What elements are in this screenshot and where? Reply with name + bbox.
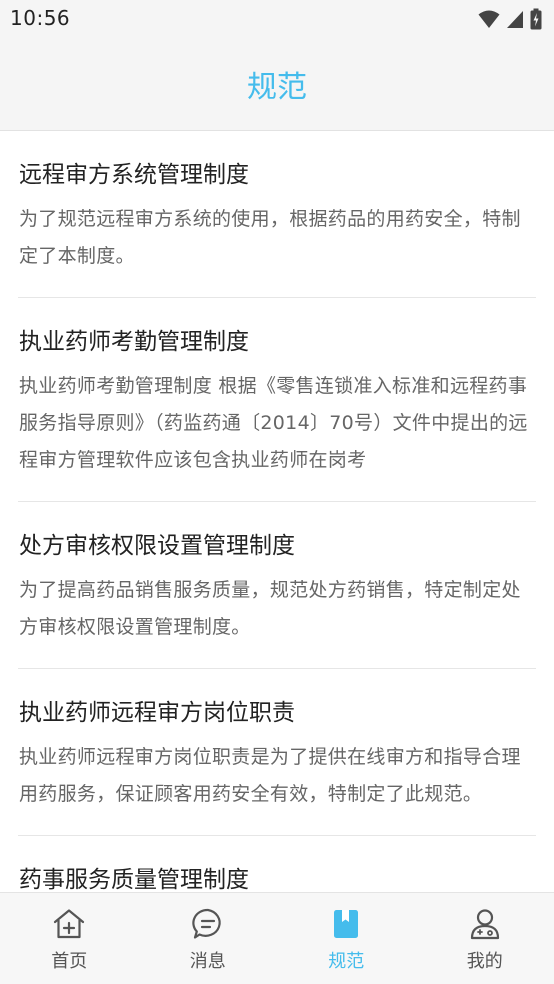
list-item-title: 药事服务质量管理制度 [19, 867, 249, 892]
signal-icon [507, 11, 523, 28]
list-item[interactable]: 处方审核权限设置管理制度 为了提高药品销售服务质量，规范处方药销售，特定制定处方… [18, 502, 536, 669]
bottom-nav: 首页 消息 规范 我的 [0, 892, 554, 984]
bookmark-book-icon [334, 910, 359, 938]
regulation-list: 远程审方系统管理制度 为了规范远程审方系统的使用，根据药品的用药安全，特制定了本… [0, 131, 554, 892]
home-icon [54, 909, 85, 939]
list-item-description: 为了规范远程审方系统的使用，根据药品的用药安全，特制定了本制度。 [19, 208, 521, 267]
app-screen: 10:56 规范 远程审方系统管理制度 为了规范远程审方系统的使用，根据药品的用… [0, 0, 554, 984]
list-item[interactable]: 执业药师考勤管理制度 执业药师考勤管理制度 根据《零售连锁准入标准和远程药事服务… [18, 298, 536, 502]
list-item-title: 处方审核权限设置管理制度 [19, 533, 295, 559]
tab-regulations-label: 规范 [328, 951, 365, 972]
tab-messages-label: 消息 [189, 951, 226, 972]
status-bar: 10:56 [0, 0, 554, 38]
list-item[interactable]: 执业药师远程审方岗位职责 执业药师远程审方岗位职责是为了提供在线审方和指导合理用… [18, 669, 536, 836]
list-item-description: 执业药师远程审方岗位职责是为了提供在线审方和指导合理用药服务，保证顾客用药安全有… [19, 746, 521, 805]
status-time: 10:56 [10, 6, 71, 30]
list-item[interactable]: 远程审方系统管理制度 为了规范远程审方系统的使用，根据药品的用药安全，特制定了本… [18, 131, 536, 298]
tab-profile-label: 我的 [466, 951, 503, 972]
list-item-title: 执业药师远程审方岗位职责 [19, 700, 295, 726]
list-item-description: 为了提高药品销售服务质量，规范处方药销售，特定制定处方审核权限设置管理制度。 [19, 579, 521, 638]
list-item-description: 执业药师考勤管理制度 根据《零售连锁准入标准和远程药事服务指导原则》（药监药通〔… [19, 375, 528, 471]
status-icons [478, 8, 542, 30]
tab-home[interactable]: 首页 [0, 893, 139, 984]
message-icon [192, 908, 221, 939]
app-header: 规范 [0, 38, 554, 131]
tab-profile[interactable]: 我的 [416, 893, 554, 984]
list-item[interactable]: 药事服务质量管理制度 [18, 836, 536, 892]
tab-regulations[interactable]: 规范 [277, 893, 416, 984]
list-item-title: 远程审方系统管理制度 [19, 162, 249, 188]
battery-icon [530, 8, 542, 30]
wifi-icon [478, 10, 500, 28]
list-item-title: 执业药师考勤管理制度 [19, 329, 249, 355]
page-title: 规范 [247, 70, 307, 105]
profile-icon [470, 909, 499, 940]
tab-messages[interactable]: 消息 [139, 893, 278, 984]
tab-home-label: 首页 [51, 951, 88, 972]
